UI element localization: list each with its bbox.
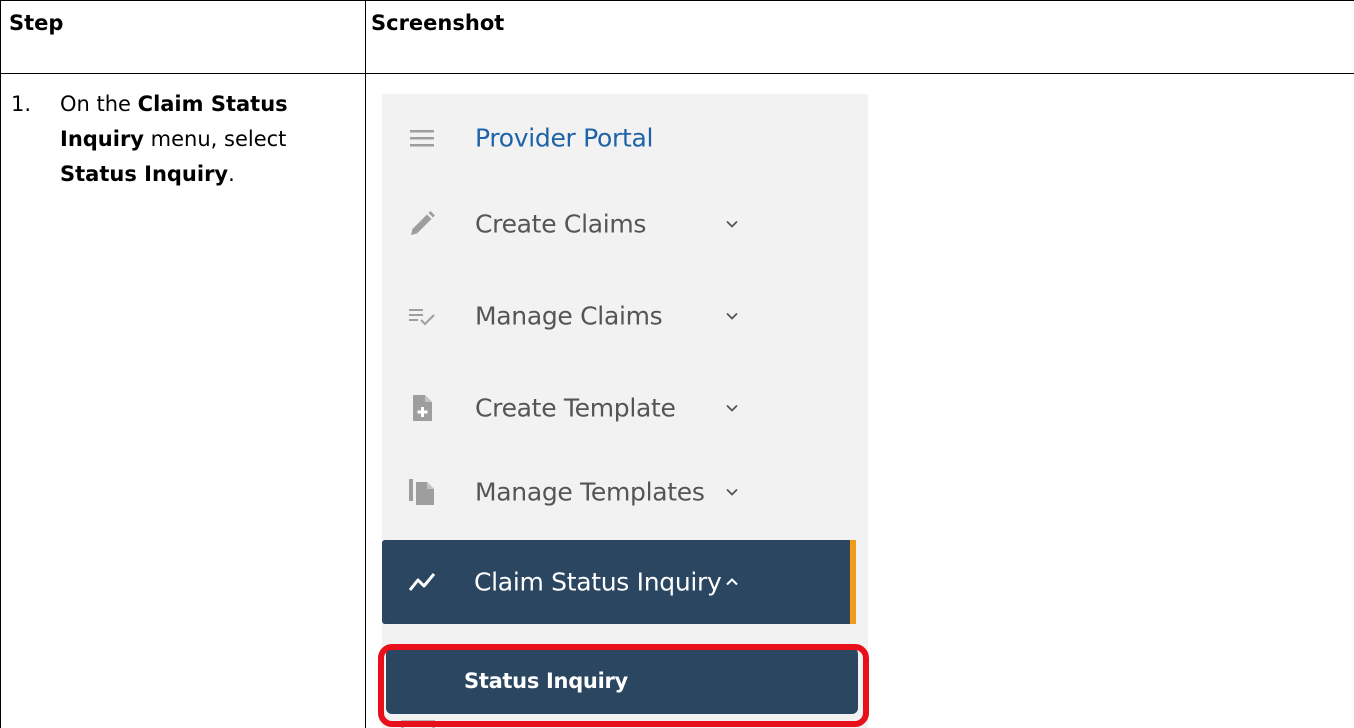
active-indicator [850,540,856,624]
pencil-icon [411,211,435,235]
column-divider [365,1,366,728]
hamburger-icon[interactable] [408,124,436,152]
header-divider [1,73,1354,74]
header-screenshot: Screenshot [371,11,505,35]
header-step: Step [9,11,64,35]
list-check-icon [409,309,435,326]
step-text-middle: menu, select [144,127,287,151]
step-body: On the Claim Status Inquiry menu, select… [60,87,360,192]
sidebar-item-create-template[interactable]: Create Template [382,366,868,450]
sidebar-item-claim-status-inquiry[interactable]: Claim Status Inquiry [382,540,856,624]
document-plus-icon [413,395,432,421]
step-item-name: Status Inquiry [60,162,229,186]
chevron-down-icon[interactable] [725,485,739,499]
trend-line-icon [408,573,436,591]
step-number: 1. [11,92,32,116]
highlight-callout [378,644,869,727]
sidebar-item-label: Create Claims [475,209,647,239]
sidebar-item-label: Manage Templates [475,477,705,507]
brand-label: Provider Portal [475,123,654,153]
sidebar-brand[interactable]: Provider Portal [382,96,868,180]
sidebar-item-label: Claim Status Inquiry [474,567,722,597]
sidebar-item-create-claims[interactable]: Create Claims [382,182,868,266]
sidebar-item-label: Manage Claims [475,301,663,331]
documents-icon [409,479,434,505]
sidebar-menu-screenshot: Provider Portal Create Claims Manage Cla… [382,94,868,728]
chevron-down-icon[interactable] [725,309,739,323]
sidebar-item-manage-templates[interactable]: Manage Templates [382,450,868,534]
chevron-up-icon[interactable] [725,575,739,589]
chevron-down-icon[interactable] [725,217,739,231]
sidebar-item-manage-claims[interactable]: Manage Claims [382,274,868,358]
chevron-down-icon[interactable] [725,401,739,415]
sidebar-item-label: Create Template [475,393,676,423]
step-text-prefix: On the [60,92,138,116]
step-text-suffix: . [228,162,235,186]
